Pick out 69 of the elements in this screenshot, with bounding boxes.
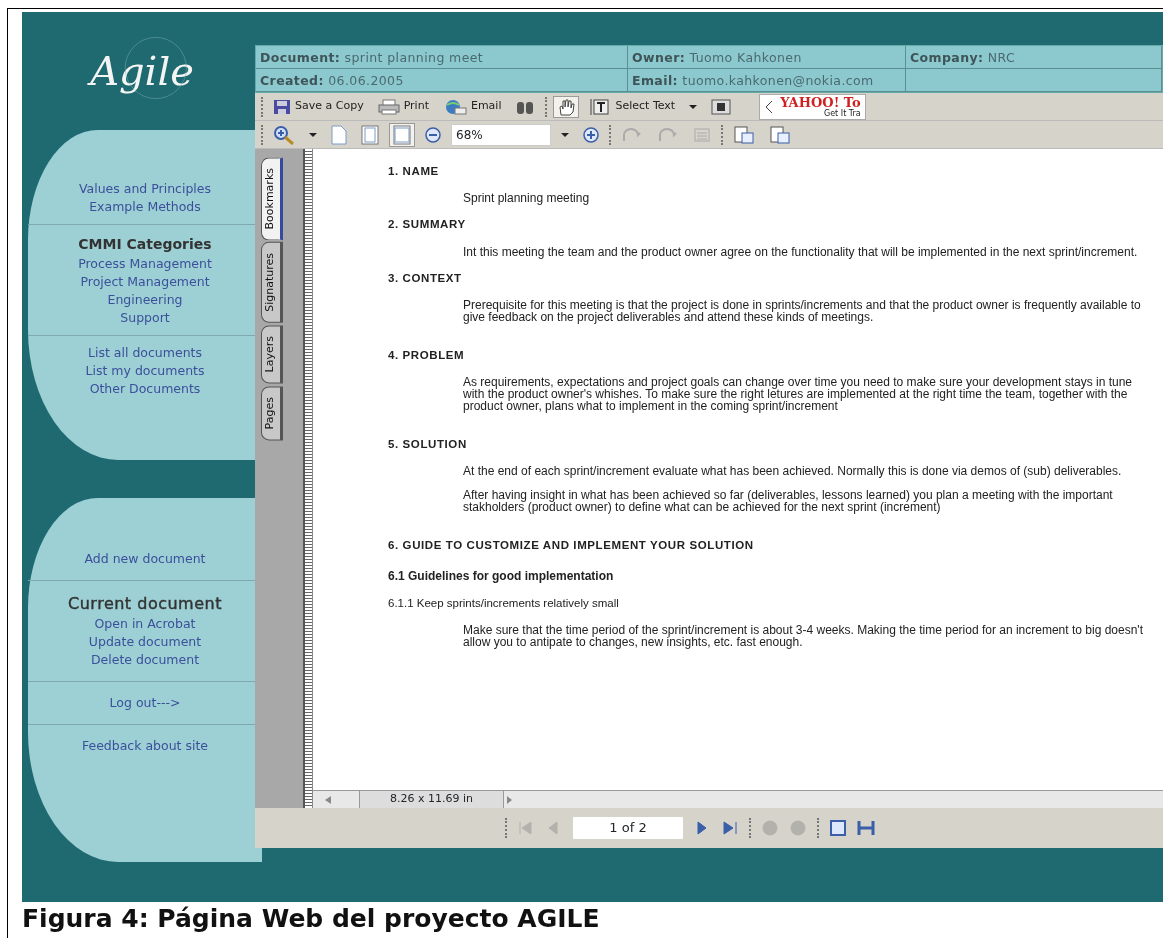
single-page-icon[interactable] xyxy=(829,819,847,837)
nav-link[interactable]: Engineering xyxy=(32,291,258,309)
last-page-icon[interactable] xyxy=(721,819,739,837)
email-button[interactable]: Email xyxy=(438,96,506,117)
caret-icon[interactable] xyxy=(689,103,698,110)
nav-link[interactable]: Open in Acrobat xyxy=(32,615,258,633)
section-heading: 1. NAME xyxy=(388,164,440,179)
paragraph: Int this meeting the team and the product owner agree on the functionality that will be implemented in the next sprint/increment. xyxy=(463,245,1139,258)
nav-link[interactable]: Delete document xyxy=(32,651,258,669)
nav-link[interactable]: Feedback about site xyxy=(32,737,258,755)
panel-tab[interactable]: Signatures xyxy=(261,242,283,324)
nav-link[interactable]: Example Methods xyxy=(32,198,258,216)
hand-icon[interactable] xyxy=(557,97,576,116)
nav-link[interactable]: Process Management xyxy=(32,255,258,273)
info-cell: Company: NRC xyxy=(906,46,1162,69)
section-heading: 3. CONTEXT xyxy=(388,270,463,286)
zoom-field[interactable]: 68% xyxy=(451,123,551,146)
text-cursor-icon xyxy=(589,97,612,116)
zoom-out-icon[interactable] xyxy=(425,126,441,143)
nav-link[interactable]: Project Management xyxy=(32,273,258,291)
nav-link[interactable]: List all documents xyxy=(32,344,258,362)
paragraph: After having insight in what has been achieved so far (deliverables, lessons learned) you plan a meeting with the important stakholders (product owner) to define what can be achieved for the next sprint (increment) xyxy=(463,489,1114,514)
page-number-field[interactable]: 1 of 2 xyxy=(573,817,683,839)
paragraph: Prerequisite for this meeting is that the project is done in sprints/increments and that the product owner is frequently available to give feedback on the project deliverables and attend these kinds of meetings. xyxy=(463,298,1142,323)
panel-tab[interactable]: Bookmarks xyxy=(261,157,283,241)
subsection-heading: 6.1.1 Keep sprints/increments relatively small xyxy=(388,595,620,611)
save-button[interactable]: Save a Copy xyxy=(269,96,368,117)
print-button[interactable]: Print xyxy=(373,96,433,117)
nav-link[interactable]: Update document xyxy=(32,633,258,651)
page-size-label: 8.26 x 11.69 in xyxy=(359,790,504,809)
zoom-icon[interactable] xyxy=(273,124,295,145)
paragraph: At the end of each sprint/increment evaluate what has been achieved. Normally this is done via demos of (sub) deliverables. xyxy=(463,465,1123,478)
section-heading: 2. SUMMARY xyxy=(388,217,467,233)
paragraph: Sprint planning meeting xyxy=(463,192,591,205)
info-cell: Email: tuomo.kahkonen@nokia.com xyxy=(628,69,906,92)
nav-link[interactable]: Add new document xyxy=(32,550,258,568)
section-heading: 5. SOLUTION xyxy=(388,437,468,452)
paragraph: As requirements, expectations and project goals can change over time you need to make sure your development stays in tune with the product owner's whishes. To make sure the right letures are implemented at the right time the team, together with the product owner, plans what to implement in the coming sprint/increment xyxy=(463,376,1134,412)
save-icon xyxy=(273,98,291,115)
nav-link[interactable]: Other Documents xyxy=(32,380,258,398)
panel-tab[interactable]: Pages xyxy=(261,385,283,441)
subsection-heading: 6.1 Guidelines for good implementation xyxy=(388,567,615,585)
advertisement-banner[interactable]: YAHOO! To Get It Tra xyxy=(759,93,866,120)
caret-icon[interactable] xyxy=(309,131,317,138)
fit-width-icon[interactable] xyxy=(393,124,411,145)
info-cell: Owner: Tuomo Kahkonen xyxy=(628,46,906,69)
nav-link[interactable]: Support xyxy=(32,309,258,327)
nav-link[interactable]: Log out---> xyxy=(32,694,258,712)
zoom-in-icon[interactable] xyxy=(583,126,599,143)
caret-icon[interactable] xyxy=(561,131,569,138)
printer-icon xyxy=(377,98,400,115)
figure-caption: Figura 4: Página Web del proyecto AGILE xyxy=(22,903,600,935)
snapshot-icon[interactable] xyxy=(711,97,732,116)
fit-page-icon[interactable] xyxy=(361,124,379,145)
document-icon[interactable] xyxy=(769,124,791,145)
section-heading: CMMI Categories xyxy=(77,235,213,254)
page-icon[interactable] xyxy=(331,124,347,145)
info-cell: Created: 06.06.2005 xyxy=(256,69,628,92)
nav-link[interactable]: Values and Principles xyxy=(32,180,258,198)
nav-link[interactable]: List my documents xyxy=(32,362,258,380)
continuous-page-icon[interactable] xyxy=(857,819,875,837)
section-heading: 6. GUIDE TO CUSTOMIZE AND IMPLEMENT YOUR SOLUTION xyxy=(388,538,755,554)
panel-tab[interactable]: Layers xyxy=(261,325,283,384)
section-heading: Current document xyxy=(67,593,223,615)
section-heading: 4. PROBLEM xyxy=(388,347,466,363)
info-cell: Document: sprint planning meet xyxy=(256,46,628,69)
document-icon[interactable] xyxy=(733,124,755,145)
paragraph: Make sure that the time period of the sprint/increment is about 3-4 weeks. Making the time period for an increment to big doesn't allow you to antipate to changes, new insights, etc. fast enough. xyxy=(463,623,1143,648)
select-text-button[interactable]: Select Text xyxy=(585,95,680,118)
